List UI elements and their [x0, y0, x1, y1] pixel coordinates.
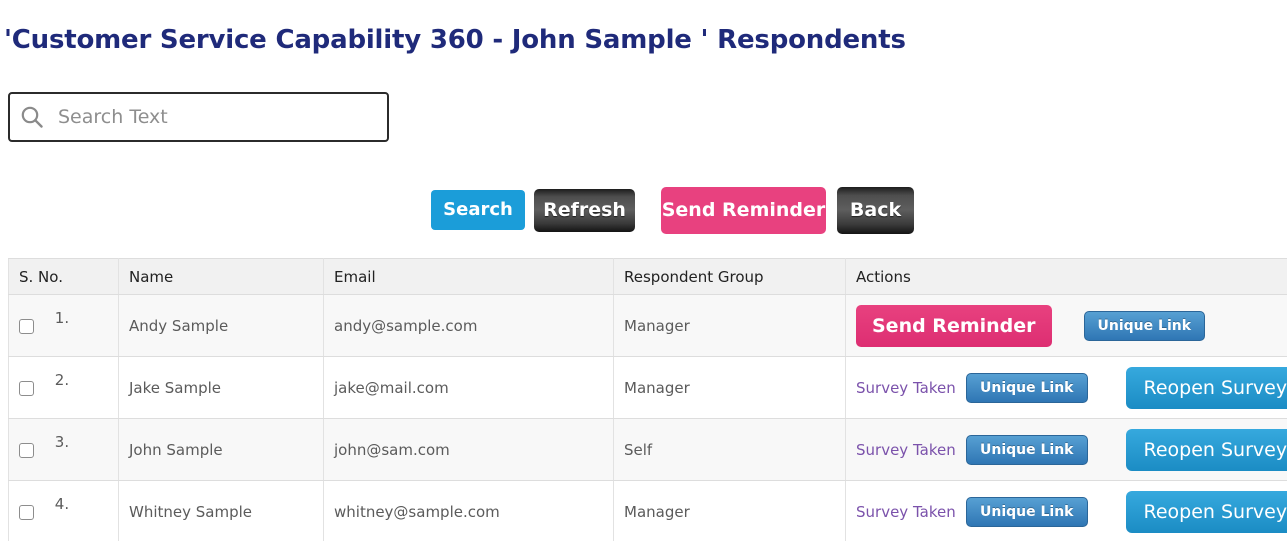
row-email: whitney@sample.com — [323, 480, 614, 541]
respondents-table: S. No. Name Email Respondent Group Actio… — [8, 258, 1287, 541]
row-unique-link-button[interactable]: Unique Link — [1083, 310, 1206, 341]
back-button[interactable]: Back — [837, 187, 914, 234]
row-checkbox[interactable] — [19, 504, 34, 520]
column-header-group: Respondent Group — [613, 258, 846, 295]
send-reminder-button[interactable]: Send Reminder — [661, 187, 826, 234]
search-icon — [10, 94, 54, 140]
page-title: 'Customer Service Capability 360 - John … — [4, 25, 906, 56]
row-sno: 1. — [54, 308, 70, 327]
row-sno: 3. — [54, 432, 70, 451]
row-checkbox[interactable] — [19, 380, 34, 396]
search-input[interactable] — [54, 106, 374, 128]
reopen-survey-button[interactable]: Reopen Survey — [1125, 366, 1287, 409]
table-body: 1. Andy Sample andy@sample.com Manager S… — [8, 294, 1287, 541]
row-email: andy@sample.com — [323, 294, 614, 357]
row-group: Manager — [613, 480, 846, 541]
row-checkbox[interactable] — [19, 442, 34, 458]
table-header: S. No. Name Email Respondent Group Actio… — [8, 258, 1287, 295]
row-send-reminder-button[interactable]: Send Reminder — [856, 304, 1052, 347]
survey-taken-link[interactable]: Survey Taken — [856, 379, 956, 397]
row-sno: 4. — [54, 494, 70, 513]
row-group: Manager — [613, 356, 846, 419]
row-email: john@sam.com — [323, 418, 614, 481]
column-header-actions: Actions — [845, 258, 1287, 295]
row-actions: Survey Taken Unique Link Reopen Survey — [845, 418, 1287, 481]
row-group: Self — [613, 418, 846, 481]
row-actions: Survey Taken Unique Link Reopen Survey — [845, 356, 1287, 419]
survey-taken-link[interactable]: Survey Taken — [856, 503, 956, 521]
column-header-sno: S. No. — [8, 258, 119, 295]
column-header-name: Name — [118, 258, 324, 295]
row-group: Manager — [613, 294, 846, 357]
table-header-row: S. No. Name Email Respondent Group Actio… — [8, 258, 1287, 295]
search-button[interactable]: Search — [431, 190, 525, 230]
respondents-table-container: S. No. Name Email Respondent Group Actio… — [8, 258, 1287, 541]
row-name: Whitney Sample — [118, 480, 324, 541]
table-row: 4. Whitney Sample whitney@sample.com Man… — [8, 480, 1287, 541]
row-sno-cell: 3. — [8, 418, 119, 481]
reopen-survey-button[interactable]: Reopen Survey — [1125, 428, 1287, 471]
table-row: 3. John Sample john@sam.com Self Survey … — [8, 418, 1287, 481]
row-actions: Survey Taken Unique Link Reopen Survey — [845, 480, 1287, 541]
row-sno-cell: 2. — [8, 356, 119, 419]
row-email: jake@mail.com — [323, 356, 614, 419]
row-name: Jake Sample — [118, 356, 324, 419]
search-box[interactable] — [8, 92, 389, 142]
row-sno-cell: 4. — [8, 480, 119, 541]
row-actions: Send Reminder Unique Link — [845, 294, 1287, 357]
row-sno-cell: 1. — [8, 294, 119, 357]
row-unique-link-button[interactable]: Unique Link — [966, 372, 1088, 403]
row-unique-link-button[interactable]: Unique Link — [966, 434, 1088, 465]
row-unique-link-button[interactable]: Unique Link — [966, 496, 1088, 527]
row-name: Andy Sample — [118, 294, 324, 357]
row-checkbox[interactable] — [19, 318, 34, 334]
survey-taken-link[interactable]: Survey Taken — [856, 441, 956, 459]
row-sno: 2. — [54, 370, 70, 389]
respondents-page: 'Customer Service Capability 360 - John … — [0, 0, 1287, 541]
table-row: 1. Andy Sample andy@sample.com Manager S… — [8, 294, 1287, 357]
table-row: 2. Jake Sample jake@mail.com Manager Sur… — [8, 356, 1287, 419]
row-name: John Sample — [118, 418, 324, 481]
reopen-survey-button[interactable]: Reopen Survey — [1125, 490, 1287, 533]
refresh-button[interactable]: Refresh — [534, 189, 635, 232]
column-header-email: Email — [323, 258, 614, 295]
